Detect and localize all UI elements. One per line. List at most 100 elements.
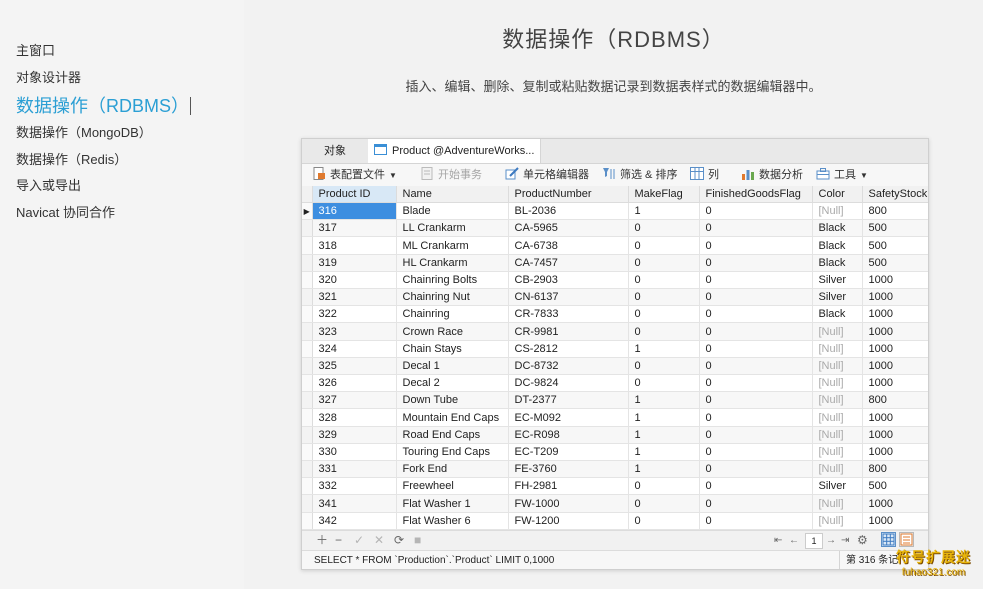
table-row[interactable]: 327 Down Tube DT-2377 1 0 [Null] 800 bbox=[302, 391, 928, 410]
table-cell[interactable]: 323 bbox=[312, 322, 397, 341]
table-cell[interactable]: 0 bbox=[628, 374, 700, 393]
table-cell[interactable]: 1000 bbox=[862, 357, 928, 376]
table-cell[interactable]: 1000 bbox=[862, 305, 928, 324]
table-cell[interactable]: [Null] bbox=[812, 391, 863, 410]
row-marker[interactable] bbox=[302, 512, 313, 531]
table-row[interactable]: 319 HL Crankarm CA-7457 0 0 Black 500 bbox=[302, 254, 928, 272]
table-cell[interactable]: Black bbox=[812, 236, 863, 255]
table-cell[interactable]: [Null] bbox=[812, 443, 863, 462]
table-cell[interactable]: HL Crankarm bbox=[396, 254, 509, 272]
table-cell[interactable]: 0 bbox=[699, 512, 813, 531]
table-cell[interactable]: 0 bbox=[699, 426, 813, 444]
table-cell[interactable]: 0 bbox=[628, 254, 700, 272]
table-row[interactable]: 324 Chain Stays CS-2812 1 0 [Null] 1000 bbox=[302, 340, 928, 358]
table-cell[interactable]: 0 bbox=[699, 443, 813, 462]
table-cell[interactable]: 1000 bbox=[862, 426, 928, 444]
table-cell[interactable]: FW-1000 bbox=[508, 494, 629, 513]
columns-button[interactable]: 列 bbox=[690, 164, 719, 186]
column-header[interactable]: SafetyStock bbox=[862, 186, 928, 203]
row-marker[interactable] bbox=[302, 322, 313, 341]
row-marker[interactable] bbox=[302, 219, 313, 238]
discard-changes-icon[interactable]: ✕ bbox=[374, 531, 384, 550]
data-grid[interactable]: Product ID Name ProductNumber MakeFlag F… bbox=[302, 186, 928, 531]
table-cell[interactable]: 800 bbox=[862, 460, 928, 479]
table-cell[interactable]: EC-R098 bbox=[508, 426, 629, 444]
table-row[interactable]: 320 Chainring Bolts CB-2903 0 0 Silver 1000 bbox=[302, 271, 928, 290]
table-cell[interactable]: 1 bbox=[628, 426, 700, 444]
table-cell[interactable]: 1 bbox=[628, 408, 700, 427]
table-row[interactable]: 326 Decal 2 DC-9824 0 0 [Null] 1000 bbox=[302, 374, 928, 393]
first-page-icon[interactable]: ⇤ bbox=[774, 531, 782, 550]
table-cell[interactable]: FH-2981 bbox=[508, 477, 629, 496]
table-row[interactable]: 322 Chainring CR-7833 0 0 Black 1000 bbox=[302, 305, 928, 324]
apply-changes-icon[interactable]: ✓ bbox=[354, 531, 364, 550]
table-cell[interactable]: 332 bbox=[312, 477, 397, 496]
table-row[interactable]: 332 Freewheel FH-2981 0 0 Silver 500 bbox=[302, 477, 928, 496]
row-marker[interactable] bbox=[302, 426, 313, 444]
row-marker[interactable] bbox=[302, 288, 313, 307]
table-row[interactable]: 323 Crown Race CR-9981 0 0 [Null] 1000 bbox=[302, 322, 928, 341]
table-cell[interactable]: 500 bbox=[862, 236, 928, 255]
sidebar-item-main-window[interactable]: 主窗口 bbox=[16, 40, 55, 59]
table-cell[interactable]: 1 bbox=[628, 340, 700, 358]
table-cell[interactable]: 320 bbox=[312, 271, 397, 290]
table-cell[interactable]: Black bbox=[812, 254, 863, 272]
row-marker[interactable] bbox=[302, 477, 313, 496]
column-header[interactable]: Product ID bbox=[312, 186, 397, 203]
grid-view-icon[interactable] bbox=[881, 532, 896, 547]
table-cell[interactable]: [Null] bbox=[812, 426, 863, 444]
column-header[interactable]: Color bbox=[812, 186, 863, 203]
table-row[interactable]: 328 Mountain End Caps EC-M092 1 0 [Null] 1000 bbox=[302, 408, 928, 427]
table-cell[interactable]: 342 bbox=[312, 512, 397, 531]
table-cell[interactable]: 1000 bbox=[862, 271, 928, 290]
table-cell[interactable]: EC-M092 bbox=[508, 408, 629, 427]
table-cell[interactable]: 324 bbox=[312, 340, 397, 358]
table-cell[interactable]: Freewheel bbox=[396, 477, 509, 496]
table-cell[interactable]: 316 bbox=[312, 202, 397, 221]
table-cell[interactable]: LL Crankarm bbox=[396, 219, 509, 238]
sidebar-item-object-designer[interactable]: 对象设计器 bbox=[16, 67, 81, 86]
table-cell[interactable]: 331 bbox=[312, 460, 397, 479]
table-cell[interactable]: 1000 bbox=[862, 288, 928, 307]
table-cell[interactable]: 341 bbox=[312, 494, 397, 513]
table-cell[interactable]: [Null] bbox=[812, 357, 863, 376]
table-cell[interactable]: Black bbox=[812, 219, 863, 238]
table-cell[interactable]: 328 bbox=[312, 408, 397, 427]
table-row[interactable]: 341 Flat Washer 1 FW-1000 0 0 [Null] 1000 bbox=[302, 494, 928, 513]
table-cell[interactable]: 0 bbox=[699, 271, 813, 290]
table-cell[interactable]: Touring End Caps bbox=[396, 443, 509, 462]
row-marker[interactable] bbox=[302, 340, 313, 358]
table-cell[interactable]: 0 bbox=[699, 322, 813, 341]
table-cell[interactable]: DC-9824 bbox=[508, 374, 629, 393]
table-cell[interactable]: [Null] bbox=[812, 202, 863, 221]
table-row[interactable]: 329 Road End Caps EC-R098 1 0 [Null] 1000 bbox=[302, 426, 928, 444]
table-cell[interactable]: ML Crankarm bbox=[396, 236, 509, 255]
table-cell[interactable]: 0 bbox=[699, 219, 813, 238]
table-cell[interactable]: 500 bbox=[862, 254, 928, 272]
table-cell[interactable]: CB-2903 bbox=[508, 271, 629, 290]
table-cell[interactable]: 322 bbox=[312, 305, 397, 324]
table-cell[interactable]: 0 bbox=[699, 391, 813, 410]
filter-sort-button[interactable]: 筛选 & 排序 bbox=[602, 164, 677, 186]
table-cell[interactable]: 0 bbox=[628, 477, 700, 496]
table-cell[interactable]: 0 bbox=[628, 322, 700, 341]
table-row[interactable]: 321 Chainring Nut CN-6137 0 0 Silver 1000 bbox=[302, 288, 928, 307]
table-cell[interactable]: 0 bbox=[628, 288, 700, 307]
row-marker[interactable] bbox=[302, 254, 313, 272]
table-row[interactable]: 325 Decal 1 DC-8732 0 0 [Null] 1000 bbox=[302, 357, 928, 376]
table-cell[interactable]: 0 bbox=[628, 219, 700, 238]
table-cell[interactable]: [Null] bbox=[812, 374, 863, 393]
table-cell[interactable]: 0 bbox=[699, 494, 813, 513]
table-cell[interactable]: CA-7457 bbox=[508, 254, 629, 272]
table-cell[interactable]: 0 bbox=[628, 305, 700, 324]
table-cell[interactable]: 321 bbox=[312, 288, 397, 307]
table-row[interactable]: 331 Fork End FE-3760 1 0 [Null] 800 bbox=[302, 460, 928, 479]
table-cell[interactable]: CR-9981 bbox=[508, 322, 629, 341]
table-cell[interactable]: 1 bbox=[628, 443, 700, 462]
tab-product-table[interactable]: Product @AdventureWorks... bbox=[368, 139, 541, 163]
row-marker[interactable] bbox=[302, 391, 313, 410]
table-row[interactable]: 317 LL Crankarm CA-5965 0 0 Black 500 bbox=[302, 219, 928, 238]
cell-editor-button[interactable]: 单元格编辑器 bbox=[505, 164, 589, 186]
column-header[interactable]: MakeFlag bbox=[628, 186, 700, 203]
table-cell[interactable]: 500 bbox=[862, 477, 928, 496]
